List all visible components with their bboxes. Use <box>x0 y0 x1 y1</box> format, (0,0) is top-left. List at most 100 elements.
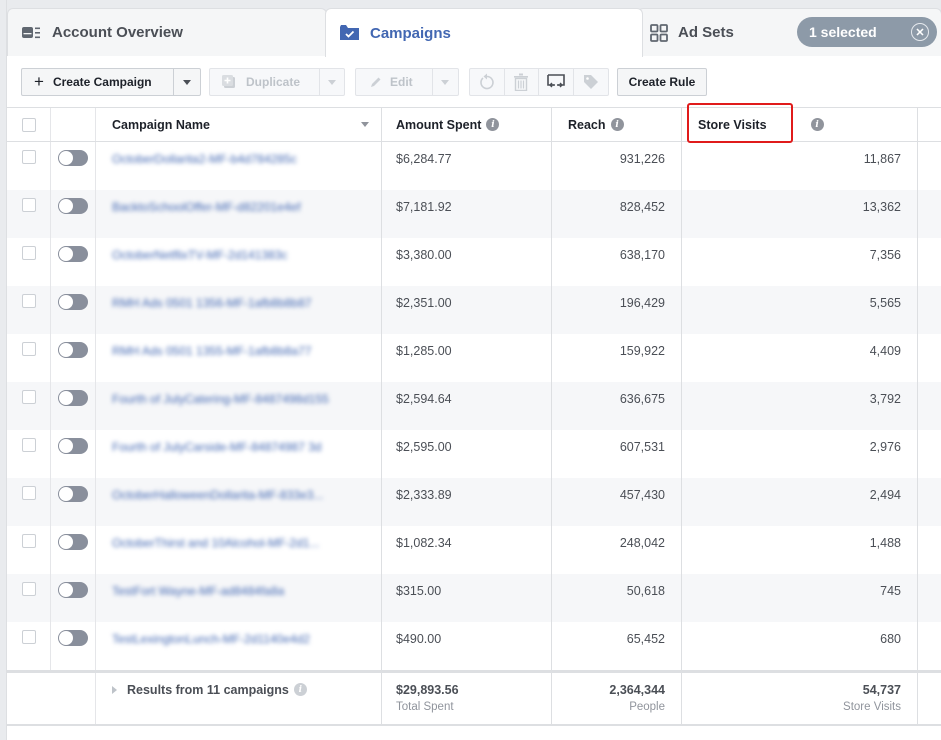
create-rule-button[interactable]: Create Rule <box>617 68 707 96</box>
campaign-name-link[interactable]: OctoberHalloweenDollarita-MF-833e3... <box>112 488 323 502</box>
store-visits-cell: 3,792 <box>681 382 918 430</box>
empty-cell <box>918 142 941 190</box>
folder-check-icon <box>340 25 360 41</box>
delete-button[interactable] <box>505 69 539 95</box>
campaign-status-toggle[interactable] <box>58 486 88 502</box>
campaign-name-cell: BacktoSchoolOffer-MF-d82201e4ef <box>95 190 381 238</box>
reach-cell: 457,430 <box>551 478 681 526</box>
tab-account-overview[interactable]: Account Overview <box>7 8 327 56</box>
table-row[interactable]: OctoberHalloweenDollarita-MF-833e3... $2,… <box>7 478 941 526</box>
row-checkbox[interactable] <box>21 198 36 212</box>
row-checkbox[interactable] <box>21 342 36 356</box>
campaign-name-link[interactable]: TestLexingtonLunch-MF-2d1140e4d2 <box>112 632 310 646</box>
row-checkbox[interactable] <box>21 150 36 164</box>
campaign-name-link[interactable]: TestFort Wayne-MF-ad8484fa8a <box>112 584 284 598</box>
campaign-status-toggle[interactable] <box>58 534 88 550</box>
row-checkbox[interactable] <box>21 582 36 596</box>
duplicate-button[interactable]: Duplicate <box>210 69 321 95</box>
total-reach-value: 2,364,344 <box>609 683 665 697</box>
row-checkbox[interactable] <box>21 246 36 260</box>
grid-icon <box>650 23 668 42</box>
tab-account-overview-label: Account Overview <box>52 24 183 41</box>
table-row[interactable]: OctoberDollarita2-MF-b4d784285c $6,284.77… <box>7 142 941 190</box>
campaign-status-toggle[interactable] <box>58 630 88 646</box>
tag-button[interactable] <box>574 69 608 95</box>
campaign-name-link[interactable]: Fourth of JulyCatering-MF-8487498d155 <box>112 392 329 406</box>
info-icon[interactable]: i <box>610 118 624 131</box>
table-row[interactable]: Fourth of JulyCarside-MF-84874987 3d $2,5… <box>7 430 941 478</box>
store-visits-value: 3,792 <box>869 392 901 406</box>
create-campaign-button[interactable]: + Create Campaign <box>22 69 175 95</box>
tab-ad-sets[interactable]: Ad Sets 1 selected ✕ <box>637 8 941 56</box>
campaign-status-toggle[interactable] <box>58 246 88 262</box>
clear-selection-icon[interactable]: ✕ <box>911 23 929 41</box>
select-all-checkbox[interactable] <box>21 117 36 132</box>
table-row[interactable]: RMH Ads 0501 1355-MF-1afb8b8a77 $1,285.00… <box>7 334 941 382</box>
row-select-cell <box>7 478 51 526</box>
campaign-name-link[interactable]: RMH Ads 0501 1355-MF-1afb8b8a77 <box>112 344 311 358</box>
column-header-campaign-name[interactable]: Campaign Name <box>95 108 381 141</box>
campaign-status-toggle[interactable] <box>58 150 88 166</box>
amount-spent-value: $6,284.77 <box>396 152 452 166</box>
info-icon[interactable]: i <box>486 118 500 131</box>
amount-spent-value: $1,285.00 <box>396 344 452 358</box>
campaign-name-link[interactable]: Fourth of JulyCarside-MF-84874987 3d <box>112 440 321 454</box>
empty-cell <box>918 430 941 478</box>
campaign-name-link[interactable]: OctoberThirst and 10Alcohol-MF-2d1... <box>112 536 319 550</box>
table-row[interactable]: TestFort Wayne-MF-ad8484fa8a $315.00 50,61… <box>7 574 941 622</box>
campaign-status-toggle[interactable] <box>58 294 88 310</box>
table-row[interactable]: BacktoSchoolOffer-MF-d82201e4ef $7,181.92… <box>7 190 941 238</box>
chevron-down-icon <box>328 79 337 85</box>
store-visits-value: 13,362 <box>862 200 901 214</box>
campaign-name-link[interactable]: OctoberDollarita2-MF-b4d784285c <box>112 152 297 166</box>
amount-spent-cell: $1,082.34 <box>381 526 551 574</box>
table-row[interactable]: TestLexingtonLunch-MF-2d1140e4d2 $490.00 6… <box>7 622 941 670</box>
column-header-reach[interactable]: Reach i <box>551 108 681 141</box>
campaign-name-link[interactable]: BacktoSchoolOffer-MF-d82201e4ef <box>112 200 301 214</box>
campaign-status-toggle[interactable] <box>58 438 88 454</box>
selected-count-pill[interactable]: 1 selected ✕ <box>797 17 937 47</box>
table-row[interactable]: Fourth of JulyCatering-MF-8487498d155 $2,… <box>7 382 941 430</box>
footer-empty-cell <box>7 673 51 724</box>
campaign-name-link[interactable]: RMH Ads 0501 1356-MF-1afb8b8b87 <box>112 296 311 310</box>
info-icon[interactable]: i <box>810 118 824 131</box>
plus-icon: + <box>34 72 44 91</box>
create-campaign-dropdown[interactable] <box>174 69 200 95</box>
reach-value: 457,430 <box>619 488 665 502</box>
campaign-name-cell: RMH Ads 0501 1355-MF-1afb8b8a77 <box>95 334 381 382</box>
results-summary[interactable]: Results from 11 campaigns i <box>95 673 381 724</box>
table-row[interactable]: RMH Ads 0501 1356-MF-1afb8b8b87 $2,351.00… <box>7 286 941 334</box>
row-checkbox[interactable] <box>21 534 36 548</box>
campaign-name-cell: OctoberThirst and 10Alcohol-MF-2d1... <box>95 526 381 574</box>
row-checkbox[interactable] <box>21 630 36 644</box>
empty-cell <box>918 478 941 526</box>
sort-caret-icon[interactable] <box>361 122 369 127</box>
row-checkbox[interactable] <box>21 486 36 500</box>
revert-button[interactable] <box>470 69 505 95</box>
duplicate-dropdown[interactable] <box>320 69 344 95</box>
edit-dropdown[interactable] <box>433 69 458 95</box>
row-checkbox[interactable] <box>21 294 36 308</box>
table-row[interactable]: OctoberThirst and 10Alcohol-MF-2d1... $1,… <box>7 526 941 574</box>
row-checkbox[interactable] <box>21 390 36 404</box>
tab-campaigns[interactable]: Campaigns <box>325 8 643 57</box>
campaign-status-toggle[interactable] <box>58 582 88 598</box>
campaign-name-cell: OctoberNetflixTV-MF-2d141383c <box>95 238 381 286</box>
reach-value: 50,618 <box>626 584 665 598</box>
info-icon[interactable]: i <box>293 683 307 696</box>
campaign-status-toggle[interactable] <box>58 198 88 214</box>
reach-header-label: Reach <box>568 117 606 132</box>
row-checkbox[interactable] <box>21 438 36 452</box>
campaign-status-toggle[interactable] <box>58 342 88 358</box>
column-header-amount-spent[interactable]: Amount Spent i <box>381 108 551 141</box>
table-row[interactable]: OctoberNetflixTV-MF-2d141383c $3,380.00 63… <box>7 238 941 286</box>
campaign-name-link[interactable]: OctoberNetflixTV-MF-2d141383c <box>112 248 287 262</box>
campaign-status-toggle[interactable] <box>58 390 88 406</box>
row-toggle-cell <box>51 142 95 190</box>
expand-triangle-icon[interactable] <box>112 686 117 694</box>
edit-button[interactable]: Edit <box>356 69 433 95</box>
total-store-visits-value: 54,737 <box>862 683 901 697</box>
preview-button[interactable] <box>539 69 574 95</box>
store-visits-value: 1,488 <box>869 536 901 550</box>
row-toggle-cell <box>51 478 95 526</box>
